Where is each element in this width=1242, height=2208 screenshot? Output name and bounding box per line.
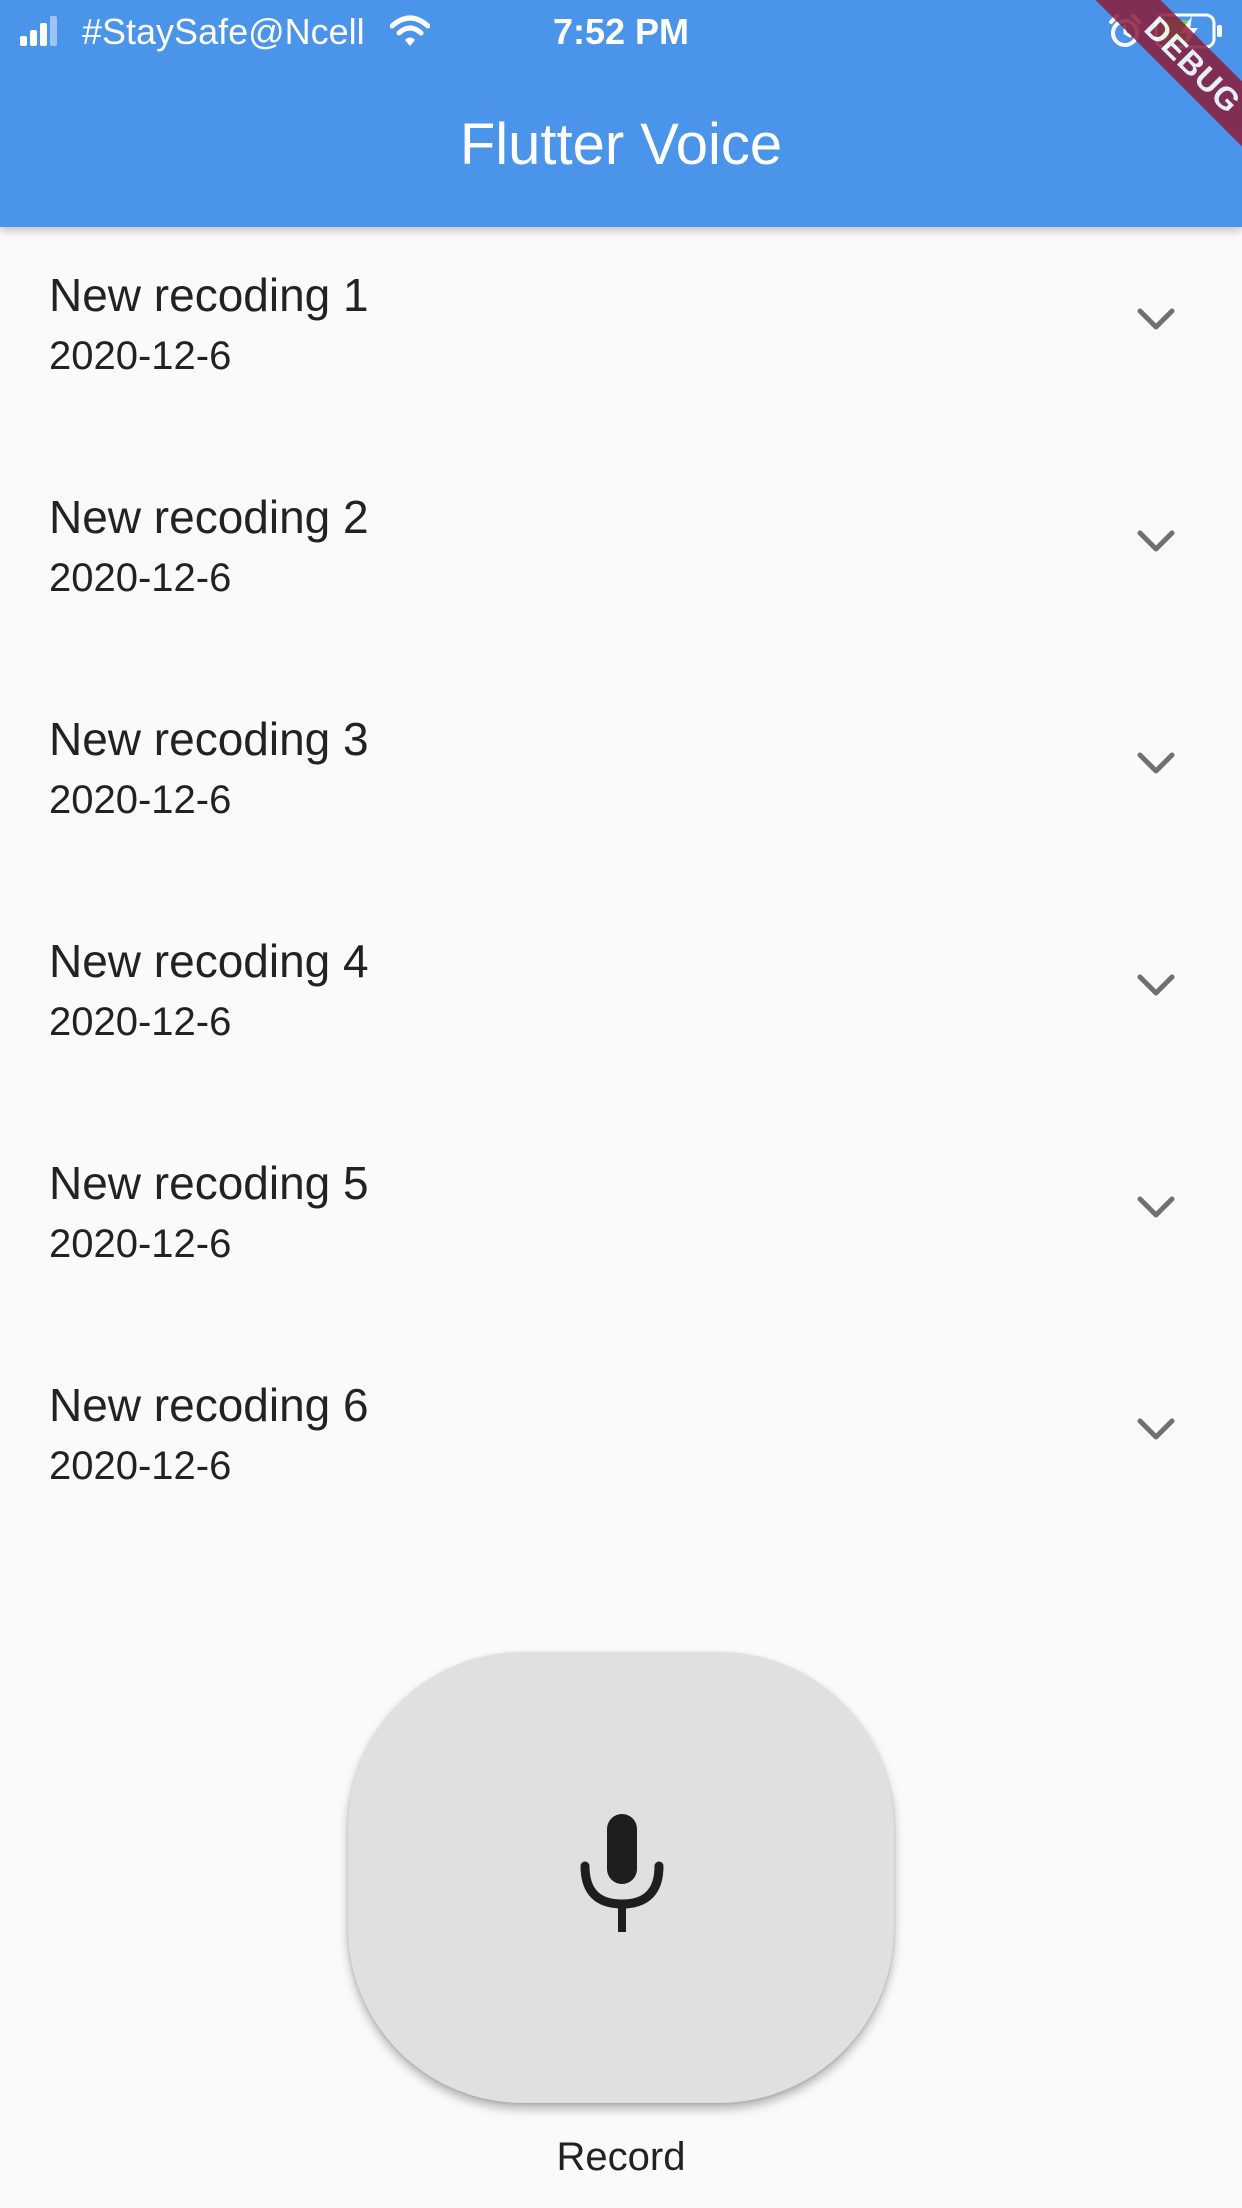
recording-date: 2020-12-6 — [49, 1000, 232, 1044]
chevron-down-icon[interactable] — [1136, 751, 1176, 777]
page-title: Flutter Voice — [459, 112, 783, 177]
recording-date: 2020-12-6 — [49, 1444, 232, 1488]
chevron-down-icon[interactable] — [1136, 529, 1176, 555]
microphone-icon — [580, 1814, 664, 1932]
recording-date: 2020-12-6 — [49, 1222, 232, 1266]
recordings-list: New recoding 1 2020-12-6 New recoding 2 … — [0, 227, 1242, 1559]
recording-date: 2020-12-6 — [49, 334, 232, 378]
recording-title: New recoding 1 — [49, 269, 369, 321]
recording-item-4[interactable]: New recoding 4 2020-12-6 — [0, 893, 1242, 1115]
recording-item-1[interactable]: New recoding 1 2020-12-6 — [0, 227, 1242, 449]
recording-item-5[interactable]: New recoding 5 2020-12-6 — [0, 1115, 1242, 1337]
recording-item-6[interactable]: New recoding 6 2020-12-6 — [0, 1337, 1242, 1559]
recording-title: New recoding 6 — [49, 1379, 369, 1431]
app-bar: #StaySafe@Ncell 7:52 PM Flutter Voice DE… — [0, 0, 1242, 227]
chevron-down-icon[interactable] — [1136, 1417, 1176, 1443]
recording-date: 2020-12-6 — [49, 556, 232, 600]
record-label: Record — [556, 2135, 686, 2179]
chevron-down-icon[interactable] — [1136, 307, 1176, 333]
chevron-down-icon[interactable] — [1136, 973, 1176, 999]
recording-date: 2020-12-6 — [49, 778, 232, 822]
recording-item-2[interactable]: New recoding 2 2020-12-6 — [0, 449, 1242, 671]
status-time: 7:52 PM — [552, 11, 690, 52]
recording-title: New recoding 4 — [49, 935, 369, 987]
status-bar: #StaySafe@Ncell 7:52 PM — [0, 0, 1242, 62]
recording-title: New recoding 3 — [49, 713, 369, 765]
recording-item-3[interactable]: New recoding 3 2020-12-6 — [0, 671, 1242, 893]
recording-title: New recoding 5 — [49, 1157, 369, 1209]
chevron-down-icon[interactable] — [1136, 1195, 1176, 1221]
record-button[interactable] — [348, 1652, 894, 2103]
recording-title: New recoding 2 — [49, 491, 369, 543]
